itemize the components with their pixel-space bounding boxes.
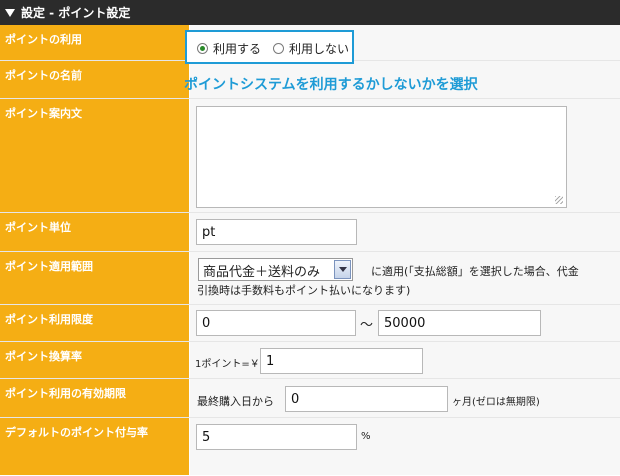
resize-grip-icon[interactable] — [555, 196, 563, 204]
radio-unchecked-icon[interactable] — [273, 43, 284, 54]
point-unit-input[interactable] — [196, 219, 357, 245]
scope-select-value: 商品代金＋送料のみ — [203, 265, 321, 280]
label-point-scope: ポイント適用範囲 — [0, 252, 189, 304]
collapse-triangle-icon[interactable] — [5, 8, 15, 17]
rate-prefix: 1ポイント=￥ — [195, 359, 260, 370]
expiry-prefix: 最終購入日から — [197, 395, 274, 408]
expiry-input[interactable] — [285, 386, 448, 412]
row-point-unit: ポイント単位 — [0, 213, 620, 252]
radio-use-off-label: 利用しない — [289, 42, 350, 56]
grant-rate-input[interactable] — [196, 424, 357, 450]
label-point-use: ポイントの利用 — [0, 25, 189, 60]
label-point-name: ポイントの名前 — [0, 61, 189, 98]
chevron-down-icon[interactable] — [334, 260, 351, 279]
radio-use-on[interactable]: 利用する — [197, 40, 261, 57]
limit-max-input[interactable] — [378, 310, 541, 336]
label-point-rate: ポイント換算率 — [0, 342, 189, 378]
section-title: 設定 - ポイント設定 — [21, 6, 131, 20]
row-point-grant: デフォルトのポイント付与率 % — [0, 418, 620, 476]
label-point-grant: デフォルトのポイント付与率 — [0, 418, 189, 475]
value-point-expiry: 最終購入日から ヶ月(ゼロは無期限) — [190, 379, 620, 417]
scope-select[interactable]: 商品代金＋送料のみ — [198, 258, 353, 281]
value-point-scope: 商品代金＋送料のみ に適用(「支払総額」を選択した場合、代金 引換時は手数料もポ… — [190, 252, 620, 304]
row-point-scope: ポイント適用範囲 商品代金＋送料のみ に適用(「支払総額」を選択した場合、代金 … — [0, 252, 620, 305]
label-point-expiry: ポイント利用の有効期限 — [0, 379, 189, 417]
section-header: 設定 - ポイント設定 — [0, 0, 620, 25]
scope-note-line1: に適用(「支払総額」を選択した場合、代金 — [371, 265, 579, 278]
limit-min-input[interactable] — [196, 310, 356, 336]
row-point-expiry: ポイント利用の有効期限 最終購入日から ヶ月(ゼロは無期限) — [0, 379, 620, 418]
radio-checked-icon[interactable] — [197, 43, 208, 54]
value-point-limit: ～ — [190, 305, 620, 341]
scope-note-line2: 引換時は手数料もポイント払いになります) — [197, 284, 411, 297]
limit-range-separator: ～ — [360, 318, 374, 333]
point-guide-textarea[interactable] — [196, 106, 567, 208]
label-point-guide: ポイント案内文 — [0, 99, 189, 212]
row-point-rate: ポイント換算率 1ポイント=￥ — [0, 342, 620, 379]
value-point-rate: 1ポイント=￥ — [190, 342, 620, 378]
row-point-limit: ポイント利用限度 ～ — [0, 305, 620, 342]
label-point-unit: ポイント単位 — [0, 213, 189, 251]
label-point-limit: ポイント利用限度 — [0, 305, 189, 341]
grant-rate-suffix: % — [361, 431, 371, 442]
expiry-suffix: ヶ月(ゼロは無期限) — [452, 397, 540, 408]
radio-use-off[interactable]: 利用しない — [273, 40, 349, 57]
value-point-grant: % — [190, 418, 620, 475]
radio-use-on-label: 利用する — [213, 42, 262, 56]
value-point-unit — [190, 213, 620, 251]
rate-input[interactable] — [260, 348, 423, 374]
annotation-text: ポイントシステムを利用するかしないかを選択 — [184, 77, 478, 93]
